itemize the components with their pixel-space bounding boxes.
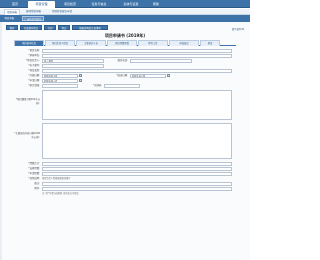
top-nav: 首页 项目管理 项目检查 任务与信息 系统与设置 帮助 <box>0 0 250 8</box>
start-date-input[interactable]: 2019-01-01 <box>42 74 78 78</box>
self-fund-input[interactable] <box>42 167 232 171</box>
keywords-input[interactable] <box>104 84 140 88</box>
field-label: *研究领域: <box>28 84 40 87</box>
phone-input[interactable] <box>130 59 192 63</box>
tab-budget[interactable]: 项目经费预算 <box>107 40 137 46</box>
remark-label: 备注: <box>34 182 40 185</box>
leader-input[interactable]: 张三项目 <box>42 59 104 63</box>
unit-input[interactable] <box>42 54 232 58</box>
tab-review[interactable]: 审核意见 <box>169 40 199 46</box>
save-button[interactable]: 保存 <box>6 25 18 30</box>
attachment-input[interactable] <box>42 187 232 191</box>
top-nav-project-management[interactable]: 项目管理 <box>28 1 55 8</box>
bottom-note: 注: 带*号项为必填项, 保存后方可提交 <box>42 192 79 195</box>
tab-preview[interactable]: 预览 <box>200 40 220 46</box>
email-label: *电子邮件: <box>28 64 40 67</box>
submit-button[interactable]: 提交 <box>58 25 70 30</box>
crumb-project-apply[interactable]: 项目申报 <box>3 16 16 21</box>
email-input[interactable] <box>42 64 104 68</box>
budget-label: *经费合计: <box>28 162 40 165</box>
other-hint: 项目负责人需要按照要求填写 <box>42 177 71 180</box>
summary-label: *项目摘要 (限500字以内): <box>15 98 40 105</box>
tab-leader-info[interactable]: 项目负责人情况 <box>45 40 75 46</box>
budget-input[interactable] <box>42 162 232 166</box>
crumb-application-form[interactable]: 广州项目申请书 <box>22 16 44 21</box>
top-nav-project-check[interactable]: 项目检查 <box>58 1 82 8</box>
other-label: *其他说明: <box>28 177 40 180</box>
remark-input[interactable] <box>42 182 232 186</box>
top-nav-home[interactable]: 首页 <box>5 1 25 8</box>
type-label: *项目类别: <box>28 69 40 72</box>
tab-basic-info[interactable]: 项目基本信息 <box>14 40 44 46</box>
top-nav-system-settings[interactable]: 系统与设置 <box>116 1 146 8</box>
breadcrumb-tabs: 项目申报 广州项目申请书 <box>0 15 250 22</box>
apply-date-input[interactable]: 2019-01-17 <box>42 79 78 83</box>
apply-fund-label: *申请经费: <box>28 172 40 175</box>
help-link[interactable]: 填写说明 ▼ <box>232 28 244 32</box>
project-name-input[interactable] <box>42 49 232 53</box>
save-submit-button[interactable]: 完成保存提交 <box>20 25 42 30</box>
page-title: 项目申请书 (2019年) <box>104 33 146 38</box>
type-input[interactable] <box>42 69 232 73</box>
content-label: *主要研究内容 (限1000字以内): <box>14 132 40 139</box>
start-date-label: *开始日期: <box>28 74 40 77</box>
phone-label: 联系电话: <box>117 59 128 62</box>
attachment-label: 附件: <box>34 187 40 190</box>
end-date-input[interactable]: 2019-12-31 <box>130 74 166 78</box>
field-input[interactable] <box>42 84 78 88</box>
calendar-icon[interactable] <box>167 74 170 78</box>
calendar-icon[interactable] <box>79 79 82 83</box>
content-textarea[interactable] <box>42 123 232 159</box>
top-nav-help[interactable]: 帮助 <box>148 1 164 8</box>
form-tabs: 项目基本信息 项目负责人情况 主要研究人员 项目经费预算 附件上传 审核意见 预… <box>14 40 236 46</box>
tab-researchers[interactable]: 主要研究人员 <box>76 40 106 46</box>
end-date-label: *结束日期: <box>116 74 128 77</box>
project-name-label: *项目名称: <box>28 49 40 52</box>
summary-textarea[interactable] <box>42 90 232 120</box>
keywords-label: *关键词: <box>92 84 102 87</box>
top-nav-task-info[interactable]: 任务与信息 <box>84 1 114 8</box>
apply-date-label: *申请日期: <box>28 79 40 82</box>
calendar-icon[interactable] <box>79 74 82 78</box>
instructions-button[interactable]: 填报说明及注意事项 <box>72 25 108 30</box>
unit-label: *承担单位: <box>28 54 40 57</box>
tab-attachments[interactable]: 附件上传 <box>138 40 168 46</box>
leader-label: *项目负责人: <box>26 59 40 62</box>
apply-fund-input[interactable] <box>42 172 232 176</box>
print-button[interactable]: 打印 <box>44 25 56 30</box>
self-fund-label: *自筹经费: <box>28 167 40 170</box>
